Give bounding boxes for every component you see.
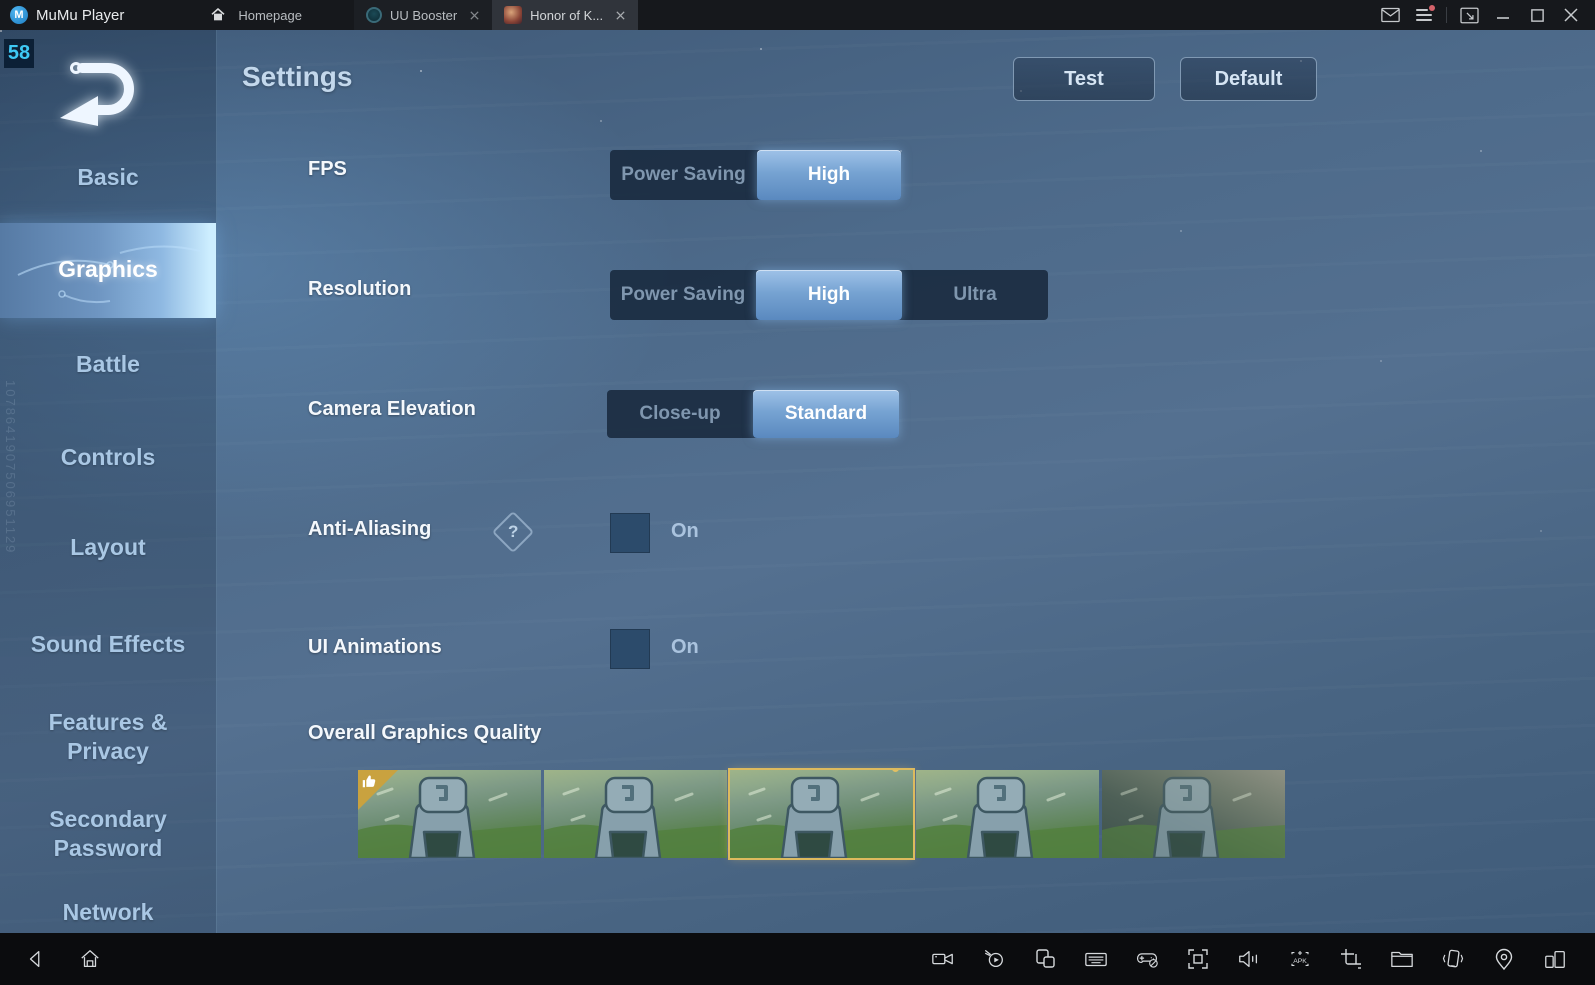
resolution-label: Resolution bbox=[308, 278, 411, 301]
graphics-quality-selector bbox=[358, 770, 1285, 858]
app-title: MuMu Player bbox=[36, 7, 124, 24]
shake-phone-icon[interactable] bbox=[1441, 947, 1465, 971]
watermark-serial: 1078641907506951129 bbox=[3, 380, 18, 630]
volume-icon[interactable] bbox=[1237, 947, 1261, 971]
honor-of-kings-icon bbox=[504, 6, 522, 24]
macro-record-icon[interactable] bbox=[982, 947, 1006, 971]
anti-aliasing-state: On bbox=[671, 520, 699, 543]
camera-elevation-label: Camera Elevation bbox=[308, 398, 476, 421]
fps-segmented-control: Power Saving High bbox=[610, 150, 901, 200]
quality-thumb-3-selected[interactable] bbox=[730, 770, 913, 858]
mail-icon[interactable] bbox=[1378, 3, 1402, 27]
screenshot-crop-icon[interactable] bbox=[1339, 947, 1363, 971]
close-tab-icon[interactable] bbox=[469, 10, 480, 21]
ui-animations-checkbox[interactable] bbox=[610, 629, 650, 669]
minimize-icon[interactable] bbox=[1491, 3, 1515, 27]
sidebar-item-secondary-password[interactable]: Secondary Password bbox=[0, 805, 216, 863]
sidebar-item-sound-effects[interactable]: Sound Effects bbox=[0, 630, 216, 659]
tab-uu-booster[interactable]: UU Booster bbox=[354, 0, 492, 30]
resolution-option-high[interactable]: High bbox=[756, 270, 902, 320]
mumu-player-window: M MuMu Player Homepage UU Booster Honor … bbox=[0, 0, 1595, 985]
emulator-tools: APK bbox=[931, 947, 1595, 971]
tab-homepage-label: Homepage bbox=[238, 8, 302, 23]
gamepad-disabled-icon[interactable] bbox=[1135, 947, 1159, 971]
android-back-icon[interactable] bbox=[24, 947, 48, 971]
help-glyph: ? bbox=[508, 522, 518, 542]
tab-honor-label: Honor of K... bbox=[530, 8, 603, 23]
quality-thumb-4[interactable] bbox=[916, 770, 1099, 858]
folder-icon[interactable] bbox=[1390, 947, 1414, 971]
fps-option-power-saving[interactable]: Power Saving bbox=[610, 150, 757, 200]
app-brand: M MuMu Player bbox=[0, 6, 138, 24]
titlebar-separator bbox=[1446, 7, 1447, 23]
apk-install-icon[interactable]: APK bbox=[1288, 947, 1312, 971]
test-button[interactable]: Test bbox=[1013, 57, 1155, 101]
android-nav-buttons bbox=[0, 947, 102, 971]
close-icon[interactable] bbox=[1559, 3, 1583, 27]
fullscreen-game-icon[interactable] bbox=[1186, 947, 1210, 971]
tab-honor-of-kings[interactable]: Honor of K... bbox=[492, 0, 638, 30]
default-button[interactable]: Default bbox=[1180, 57, 1317, 101]
record-screen-icon[interactable] bbox=[931, 947, 955, 971]
fps-option-high[interactable]: High bbox=[757, 150, 901, 200]
camera-segmented-control: Close-up Standard bbox=[607, 390, 899, 438]
titlebar: M MuMu Player Homepage UU Booster Honor … bbox=[0, 0, 1595, 30]
tab-uu-booster-label: UU Booster bbox=[390, 8, 457, 23]
ui-animations-label: UI Animations bbox=[308, 636, 442, 659]
sidebar-item-basic[interactable]: Basic bbox=[0, 163, 216, 192]
emulator-toolbar: APK bbox=[0, 933, 1595, 985]
keyboard-icon[interactable] bbox=[1084, 947, 1108, 971]
anti-aliasing-checkbox[interactable] bbox=[610, 513, 650, 553]
resolution-option-power-saving[interactable]: Power Saving bbox=[610, 270, 756, 320]
mumu-logo-icon: M bbox=[10, 6, 28, 24]
android-home-icon[interactable] bbox=[78, 947, 102, 971]
quality-thumb-1-recommended[interactable] bbox=[358, 770, 541, 858]
back-arrow-icon[interactable] bbox=[46, 50, 138, 139]
sidebar-item-battle[interactable]: Battle bbox=[0, 350, 216, 379]
resolution-segmented-control: Power Saving High Ultra bbox=[610, 270, 1048, 320]
location-icon[interactable] bbox=[1492, 947, 1516, 971]
fps-counter-badge: 58 bbox=[4, 39, 34, 68]
overall-graphics-quality-label: Overall Graphics Quality bbox=[308, 722, 541, 745]
camera-option-close-up[interactable]: Close-up bbox=[607, 390, 753, 438]
titlebar-controls bbox=[1378, 3, 1595, 27]
sidebar-item-layout[interactable]: Layout bbox=[0, 533, 216, 562]
page-title: Settings bbox=[242, 61, 352, 93]
ui-animations-state: On bbox=[671, 636, 699, 659]
fullscreen-window-icon[interactable] bbox=[1457, 3, 1481, 27]
settings-sidebar: Basic Graphics Battle Controls Layout So… bbox=[0, 30, 217, 933]
sidebar-item-features-privacy[interactable]: Features & Privacy bbox=[0, 708, 216, 766]
maximize-icon[interactable] bbox=[1525, 3, 1549, 27]
multi-instance-icon[interactable] bbox=[1033, 947, 1057, 971]
resolution-option-ultra[interactable]: Ultra bbox=[902, 270, 1048, 320]
sidebar-item-graphics[interactable]: Graphics bbox=[0, 255, 216, 284]
sidebar-item-network[interactable]: Network bbox=[0, 898, 216, 927]
home-tab-icon bbox=[206, 3, 230, 27]
quality-thumb-2[interactable] bbox=[544, 770, 727, 858]
quality-thumb-5-custom[interactable] bbox=[1102, 770, 1285, 858]
game-viewport: Basic Graphics Battle Controls Layout So… bbox=[0, 30, 1595, 933]
fps-label: FPS bbox=[308, 158, 347, 181]
apk-icon-label: APK bbox=[1293, 958, 1307, 965]
menu-icon[interactable] bbox=[1412, 3, 1436, 27]
notification-dot bbox=[1429, 5, 1435, 11]
uu-booster-icon bbox=[366, 7, 382, 23]
tab-homepage[interactable]: Homepage bbox=[194, 0, 314, 30]
sidebar-item-controls[interactable]: Controls bbox=[0, 443, 216, 472]
rotate-screen-icon[interactable] bbox=[1543, 947, 1567, 971]
anti-aliasing-label: Anti-Aliasing bbox=[308, 518, 431, 541]
camera-option-standard[interactable]: Standard bbox=[753, 390, 899, 438]
close-tab-icon[interactable] bbox=[615, 10, 626, 21]
